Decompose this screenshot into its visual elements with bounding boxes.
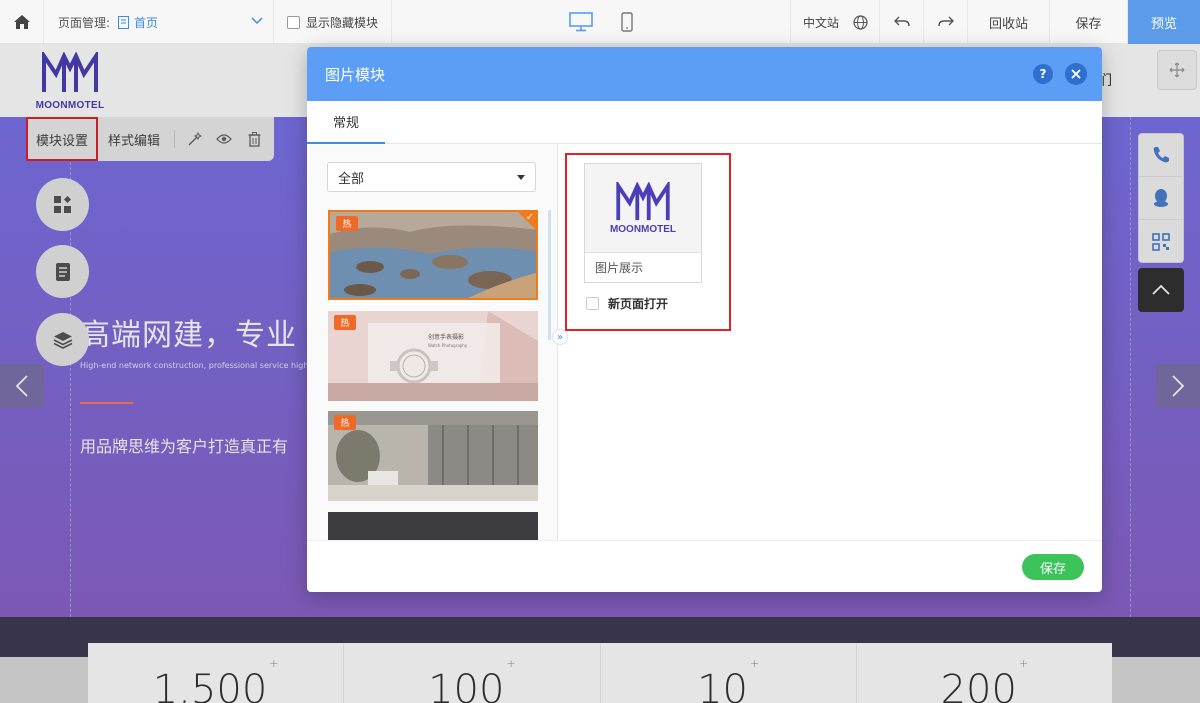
desktop-view-button[interactable]	[566, 0, 596, 44]
scrollbar[interactable]	[548, 210, 551, 340]
recycle-bin-button[interactable]: 回收站	[968, 0, 1050, 44]
page-manager-label: 页面管理:	[58, 15, 111, 30]
collapse-pane-button[interactable]: »	[552, 329, 568, 345]
undo-icon	[893, 16, 910, 27]
dialog-title: 图片模块	[325, 65, 386, 84]
home-button[interactable]	[0, 0, 44, 44]
dialog-body: 全部 热 ✓ 创意手表摄影 Watch Photography 热 热 » MO…	[307, 144, 1102, 540]
home-icon	[13, 15, 30, 29]
hot-badge: 热	[334, 315, 356, 330]
current-page-name: 首页	[134, 15, 159, 30]
dialog-save-button[interactable]: 保存	[1022, 554, 1084, 580]
dialog-footer: 保存	[307, 540, 1102, 592]
new-page-checkbox[interactable]	[586, 297, 599, 310]
dialog-header: 图片模块 ?	[307, 47, 1102, 101]
page-manager[interactable]: 页面管理: 首页	[44, 0, 274, 44]
page-icon	[118, 15, 130, 29]
save-button[interactable]: 保存	[1050, 0, 1128, 44]
close-icon	[1071, 69, 1081, 79]
caret-down-icon	[517, 175, 525, 180]
selected-image-preview: MOONMOTEL	[585, 164, 701, 253]
undo-button[interactable]	[880, 0, 924, 44]
show-hidden-checkbox[interactable]	[287, 15, 300, 29]
check-icon: ✓	[525, 212, 534, 223]
category-select[interactable]: 全部	[327, 162, 536, 192]
selected-image-pane: MOONMOTEL 图片展示 新页面打开	[559, 144, 1102, 540]
open-new-page-option[interactable]: 新页面打开	[586, 295, 668, 312]
library-thumbnail[interactable]	[328, 512, 538, 540]
image-card-label: 图片展示	[595, 261, 644, 275]
redo-icon	[937, 16, 954, 27]
globe-icon	[853, 14, 868, 30]
language-switch[interactable]: 中文站	[790, 0, 880, 44]
tab-general[interactable]: 常规	[307, 101, 385, 144]
selected-image-card[interactable]: MOONMOTEL 图片展示	[584, 163, 702, 283]
close-button[interactable]	[1065, 63, 1087, 85]
show-hidden-label: 显示隐藏模块	[306, 15, 379, 30]
category-selected-value: 全部	[338, 171, 365, 187]
new-page-label: 新页面打开	[608, 297, 669, 311]
hot-badge: 热	[334, 415, 356, 430]
redo-button[interactable]	[924, 0, 968, 44]
dialog-tabs: 常规	[307, 101, 1102, 144]
help-button[interactable]: ?	[1033, 64, 1053, 84]
library-thumbnail-selected[interactable]: 热 ✓	[328, 210, 538, 300]
preview-logo-text: MOONMOTEL	[609, 223, 677, 235]
language-label: 中文站	[803, 15, 840, 30]
hot-badge: 热	[336, 216, 358, 231]
editor-toolbar: 页面管理: 首页 显示隐藏模块 中文站 回收站 保存 预览	[0, 0, 1200, 44]
show-hidden-modules-toggle[interactable]: 显示隐藏模块	[274, 0, 392, 44]
current-page-select[interactable]: 首页	[118, 14, 158, 31]
preview-button[interactable]: 预览	[1128, 0, 1200, 44]
mobile-icon	[621, 12, 633, 32]
thumbnail-caption: 创意手表摄影	[428, 333, 464, 341]
library-thumbnail[interactable]: 创意手表摄影 Watch Photography 热	[328, 311, 538, 401]
mobile-view-button[interactable]	[618, 0, 636, 44]
thumbnail-caption-en: Watch Photography	[428, 343, 468, 348]
desktop-icon	[569, 12, 593, 32]
image-library-pane: 全部 热 ✓ 创意手表摄影 Watch Photography 热 热	[307, 144, 558, 540]
chevron-down-icon[interactable]	[251, 14, 263, 28]
image-module-dialog: 图片模块 ? 常规 全部 热 ✓ 创意手表摄影 Watch Photograph…	[307, 47, 1102, 592]
library-thumbnail[interactable]: 热	[328, 411, 538, 501]
moonmotel-logo-icon	[616, 181, 670, 220]
